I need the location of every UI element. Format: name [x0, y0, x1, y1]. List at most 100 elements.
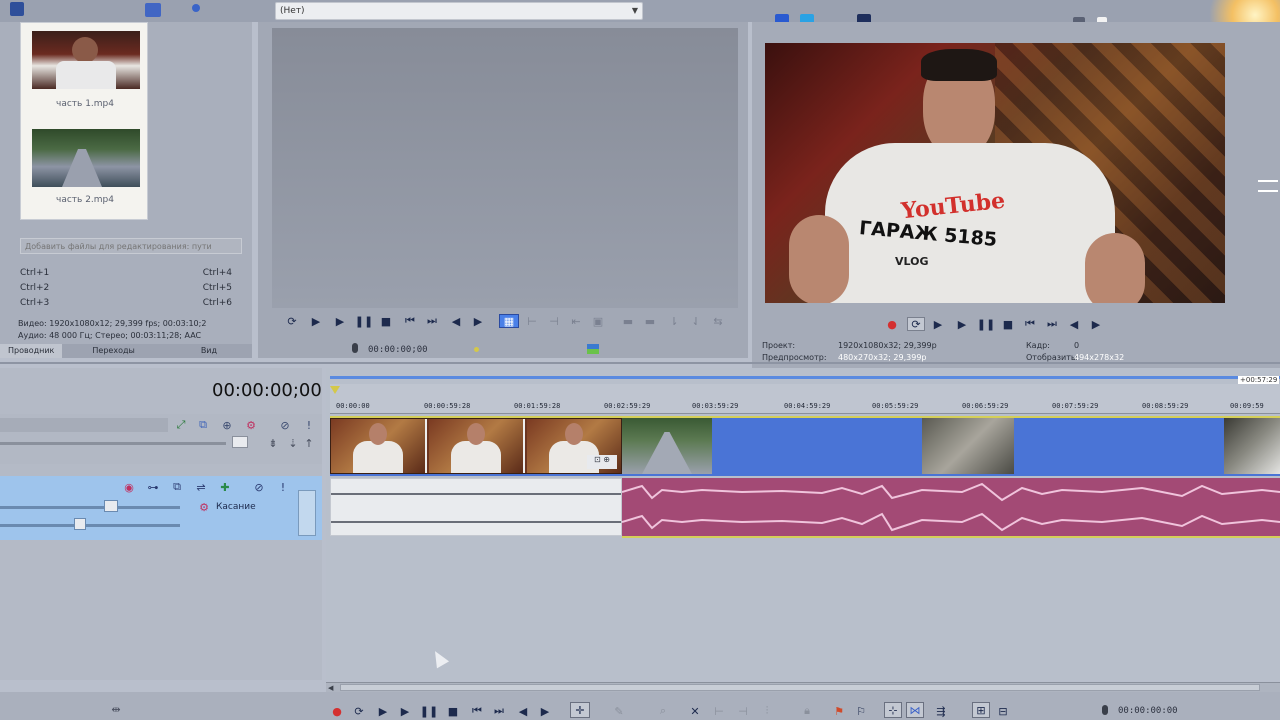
play-icon[interactable]: ▶	[955, 317, 969, 331]
arrow-up-icon[interactable]: ↑	[302, 436, 316, 450]
zoom-tool-icon[interactable]: ⌕	[656, 704, 670, 718]
play-from-start-icon[interactable]: ▶	[931, 317, 945, 331]
video-track-header[interactable]: ⤢ ⧉ ⊕ ⚙ ⊘ ! ⇟ ⇣ ↑	[0, 414, 322, 464]
mark-in-icon[interactable]: ⊢	[525, 314, 539, 328]
mute-icon[interactable]: ⊘	[278, 418, 292, 432]
collapse-icon[interactable]: ⇣	[286, 436, 300, 450]
play-icon[interactable]: ▶	[398, 704, 412, 718]
next-frame-icon[interactable]: ▶	[538, 704, 552, 718]
compositing-icon[interactable]: ⊕	[220, 418, 234, 432]
motion-icon[interactable]: ⤢	[174, 418, 188, 432]
trim-end-icon[interactable]: ⊣	[736, 704, 750, 718]
stop-icon[interactable]: ■	[379, 314, 393, 328]
audio-clip-1[interactable]	[330, 478, 622, 536]
lock-icon[interactable]: 🔒︎	[800, 704, 814, 718]
next-frame-icon[interactable]: ⏭	[425, 314, 439, 328]
tab-transitions[interactable]: Переходы	[62, 344, 164, 358]
video-clip-3[interactable]	[922, 418, 1014, 474]
clip-fx-icon[interactable]: ⊡ ⊕	[587, 455, 617, 469]
tab-view[interactable]: Вид	[165, 344, 221, 358]
go-start-icon[interactable]: ⏮	[470, 704, 484, 718]
go-start-icon[interactable]: ⏮	[1023, 317, 1037, 331]
tab-explorer[interactable]: Проводник	[0, 344, 63, 358]
audio-pan-handle[interactable]	[74, 518, 86, 530]
hamburger-menu-icon[interactable]	[1258, 180, 1278, 192]
audio-gear-icon[interactable]: ⚙	[197, 500, 211, 514]
record-icon[interactable]: ●	[330, 704, 344, 718]
insert-icon[interactable]: ▬	[643, 314, 657, 328]
audio-volume-handle[interactable]	[104, 500, 118, 512]
play-from-start-icon[interactable]: ▶	[376, 704, 390, 718]
stop-icon[interactable]: ■	[1001, 317, 1015, 331]
loop-icon[interactable]: ⟳	[352, 704, 366, 718]
pause-icon[interactable]: ❚❚	[977, 317, 995, 331]
video-track-name-field[interactable]	[0, 418, 168, 432]
arm-record-icon[interactable]: ◉	[122, 480, 136, 494]
media-search-input[interactable]	[20, 238, 242, 254]
video-level-slider[interactable]	[0, 442, 226, 445]
media-thumb-1[interactable]	[32, 31, 140, 89]
ripple-edit-icon[interactable]: ⇶	[934, 704, 948, 718]
fx-icon[interactable]: ⧉	[170, 480, 184, 494]
more-icon[interactable]: ⇆	[711, 314, 725, 328]
play-icon[interactable]: ▶	[333, 314, 347, 328]
star-icon[interactable]	[192, 4, 200, 12]
envelope-tool-icon[interactable]: ✎	[612, 704, 626, 718]
marker-icon[interactable]: ⇂	[667, 314, 681, 328]
envelope-icon[interactable]: ⇌	[194, 480, 208, 494]
playhead-marker-icon[interactable]	[330, 386, 340, 394]
audio-clip-2[interactable]	[622, 478, 1280, 538]
audio-track-header[interactable]: ◉ ⊶ ⧉ ⇌ ✚ ⊘ ! ⚙ Касание	[0, 476, 322, 540]
trimmer-dropdown[interactable]: (Нет) ▼	[275, 2, 643, 20]
solo-icon[interactable]: !	[302, 418, 316, 432]
play-from-start-icon[interactable]: ▶	[309, 314, 323, 328]
video-level-handle[interactable]	[232, 436, 248, 448]
auto-crossfade-icon[interactable]: ⋈	[906, 702, 924, 718]
split-icon[interactable]: ⇃	[689, 314, 703, 328]
lock-envelopes-icon[interactable]: ⊞	[972, 702, 990, 718]
prev-frame-icon[interactable]: ⏮	[403, 314, 417, 328]
add-fx-icon[interactable]: ✚	[218, 480, 232, 494]
project-media-icon[interactable]	[10, 2, 24, 16]
gear-icon[interactable]: ⚙	[244, 418, 258, 432]
zoom-icon[interactable]: ⇹	[104, 702, 128, 716]
stop-icon[interactable]: ■	[446, 704, 460, 718]
fx-icon[interactable]: ⧉	[196, 418, 210, 432]
region-icon[interactable]: ⚐	[854, 704, 868, 718]
audio-pan-slider[interactable]	[0, 524, 180, 527]
media-thumb-2[interactable]	[32, 129, 140, 187]
next-frame-icon[interactable]: ▶	[1089, 317, 1103, 331]
video-clip-1[interactable]: ⊡ ⊕	[330, 418, 622, 474]
prev-frame-icon[interactable]: ◀	[516, 704, 530, 718]
mark-out-icon[interactable]: ⊣	[547, 314, 561, 328]
explorer-icon[interactable]	[145, 3, 161, 17]
delete-icon[interactable]: ✕	[688, 704, 702, 718]
video-clip-4[interactable]	[1224, 418, 1280, 474]
loop-icon[interactable]: ⟳	[285, 314, 299, 328]
normal-edit-tool-icon[interactable]: ✛	[570, 702, 590, 718]
pause-icon[interactable]: ❚❚	[355, 314, 373, 328]
split-icon[interactable]: ⫶	[760, 704, 774, 718]
record-icon[interactable]: ●	[885, 317, 899, 331]
solo-icon[interactable]: !	[276, 480, 290, 494]
invert-phase-icon[interactable]: ⊶	[146, 480, 160, 494]
go-end-icon[interactable]: ⏭	[492, 704, 506, 718]
pause-icon[interactable]: ❚❚	[420, 704, 438, 718]
scroll-thumb[interactable]	[340, 684, 1260, 691]
trim-icon[interactable]: ⇤	[569, 314, 583, 328]
video-clip-2[interactable]	[622, 418, 712, 474]
mute-icon[interactable]: ⊘	[252, 480, 266, 494]
overwrite-icon[interactable]: ▬	[621, 314, 635, 328]
timeline-mode-icon[interactable]: ▦	[499, 314, 519, 328]
audio-volume-slider[interactable]	[0, 506, 180, 509]
expand-icon[interactable]: ⇟	[266, 436, 280, 450]
trim-start-icon[interactable]: ⊢	[712, 704, 726, 718]
step-back-icon[interactable]: ◀	[449, 314, 463, 328]
go-end-icon[interactable]: ⏭	[1045, 317, 1059, 331]
ignore-grouping-icon[interactable]: ⊟	[996, 704, 1010, 718]
scroll-left-icon[interactable]: ◀	[328, 684, 333, 692]
marker-icon[interactable]: ⚑	[832, 704, 846, 718]
region-icon[interactable]: ▣	[591, 314, 605, 328]
prev-frame-icon[interactable]: ◀	[1067, 317, 1081, 331]
snapping-icon[interactable]: ⊹	[884, 702, 902, 718]
